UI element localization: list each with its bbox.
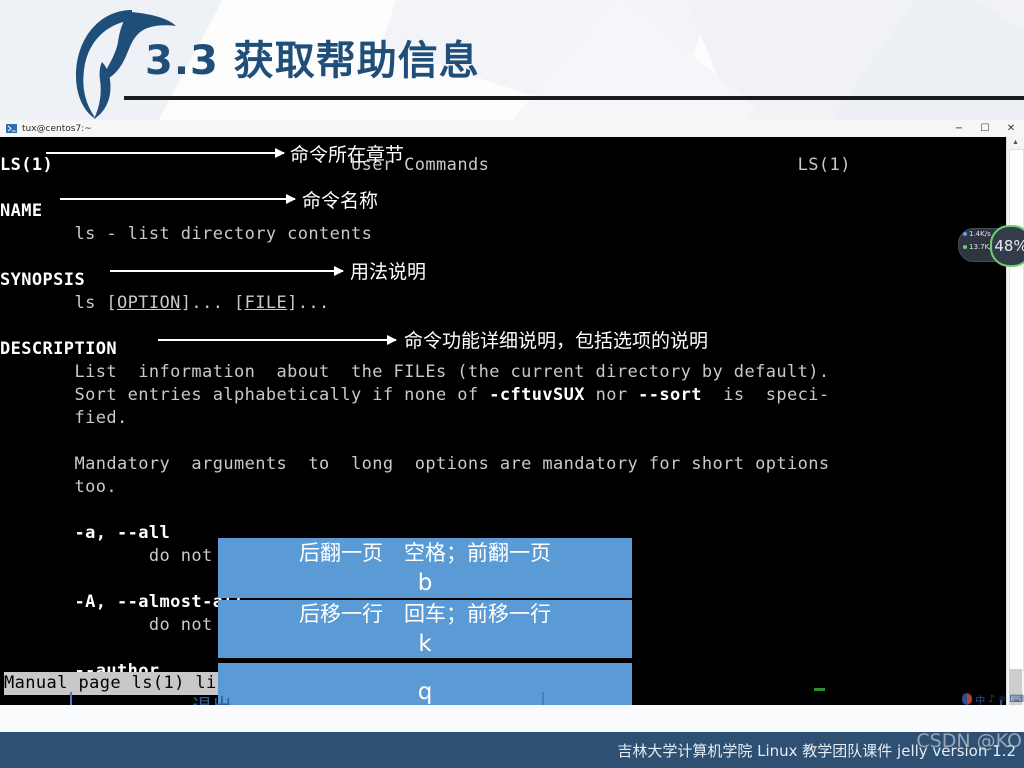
- upload-dot-icon: [963, 232, 967, 236]
- minimize-button[interactable]: −: [946, 120, 972, 137]
- callout-page-navigation: 后翻一页 空格；前翻一页 b: [218, 538, 632, 598]
- terminal-titlebar[interactable]: tux@centos7:~ − ☐ ✕: [0, 120, 1024, 138]
- callout-line-key: k: [418, 631, 432, 657]
- window-controls[interactable]: − ☐ ✕: [946, 120, 1024, 137]
- title-underline: [124, 96, 1024, 100]
- maximize-button[interactable]: ☐: [972, 120, 998, 137]
- terminal-scrollbar[interactable]: ▲: [1006, 137, 1024, 705]
- close-button[interactable]: ✕: [998, 120, 1024, 137]
- callout-page-text: 后翻一页 空格；前翻一页: [299, 541, 551, 565]
- footer-spacer: [0, 705, 1024, 732]
- callout-line-text: 后移一行 回车；前移一行: [299, 602, 551, 626]
- ime-sun-icon[interactable]: ☼: [998, 694, 1007, 705]
- sogou-ime-icon[interactable]: [962, 693, 973, 705]
- callout-page-key: b: [417, 570, 433, 596]
- watermark: CSDN @KO: [916, 730, 1022, 752]
- network-upload-row: 1.4K/s: [963, 230, 991, 238]
- terminal-cursor: [814, 688, 825, 691]
- download-dot-icon: [963, 245, 967, 249]
- terminal-app-icon: [6, 124, 17, 133]
- annotation-description: 命令功能详细说明，包括选项的说明: [404, 330, 709, 352]
- cpu-usage-circle[interactable]: 48%: [990, 225, 1024, 267]
- ime-note-icon[interactable]: ♪: [988, 694, 994, 705]
- slide-footer: 吉林大学计算机学院 Linux 教学团队课件 jelly version 1.2: [0, 732, 1024, 768]
- ime-keyboard-icon[interactable]: ⌨: [1010, 694, 1024, 705]
- callout-line-navigation: 后移一行 回车；前移一行 k: [218, 600, 632, 658]
- annotation-chapter: 命令所在章节: [290, 144, 405, 166]
- upload-speed: 1.4K/s: [969, 230, 991, 238]
- terminal-title-text: tux@centos7:~: [22, 123, 92, 134]
- scrollbar-up-arrow-icon[interactable]: ▲: [1007, 137, 1024, 149]
- annotation-command-name: 命令名称: [302, 190, 379, 212]
- slide-header: 3.3 获取帮助信息: [0, 0, 1024, 122]
- network-speed-widget[interactable]: 1.4K/s 13.7K/s 48%: [958, 225, 1024, 267]
- annotation-arrow-description: [158, 335, 397, 345]
- annotation-arrow-command-name: [60, 194, 296, 204]
- annotation-usage: 用法说明: [350, 261, 427, 283]
- page-title: 3.3 获取帮助信息: [145, 38, 480, 84]
- annotation-arrow-chapter: [46, 148, 285, 158]
- annotation-arrow-usage: [110, 266, 344, 276]
